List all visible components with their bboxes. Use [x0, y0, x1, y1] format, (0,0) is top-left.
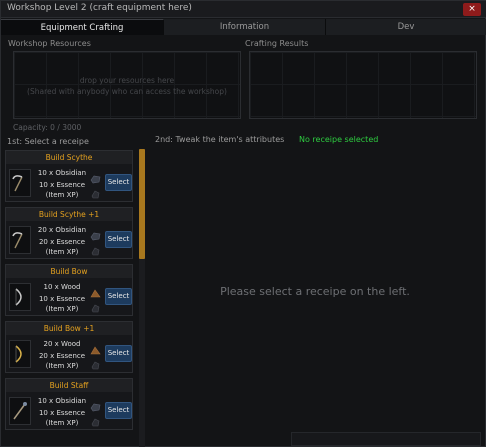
bow-icon [9, 283, 31, 311]
workshop-resources-heading: Workshop Resources [8, 39, 91, 48]
recipe-card: Build Scythe 10 x Obsidian 10 x Essence … [5, 150, 133, 202]
recipe-card: Build Staff 10 x Obsidian 10 x Essence (… [5, 378, 133, 430]
material-requirement: 10 x Wood [43, 283, 81, 291]
receipe-list-scrollbar[interactable] [139, 149, 145, 447]
select-receipe-label: 1st: Select a receipe [7, 137, 89, 146]
material-requirement: 10 x Obsidian [37, 397, 87, 405]
essence-icon [90, 241, 101, 256]
window-title: Workshop Level 2 (craft equipment here) [7, 3, 192, 13]
bottom-bar [291, 432, 481, 446]
crafting-results-grid[interactable] [249, 51, 477, 119]
tab-equipment-crafting[interactable]: Equipment Crafting [1, 19, 164, 35]
workshop-window: Workshop Level 2 (craft equipment here) … [0, 0, 486, 447]
select-button[interactable]: Select [105, 345, 132, 362]
item-xp-label: (Item XP) [45, 191, 79, 199]
material-requirement: 10 x Obsidian [37, 169, 87, 177]
select-button[interactable]: Select [105, 402, 132, 419]
essence-requirement: 20 x Essence [38, 352, 86, 360]
scroll-thumb[interactable] [139, 149, 145, 259]
drop-hint-line: drop your resources here [79, 76, 175, 85]
obsidian-icon [90, 226, 101, 241]
resources-drop-zone[interactable]: drop your resources here (Shared with an… [13, 51, 241, 119]
essence-requirement: 10 x Essence [38, 409, 86, 417]
essence-requirement: 20 x Essence [38, 238, 86, 246]
no-receipe-status: No receipe selected [299, 135, 379, 144]
obsidian-icon [90, 169, 101, 184]
recipe-title: Build Bow [6, 265, 132, 278]
item-xp-label: (Item XP) [45, 248, 79, 256]
tab-information[interactable]: Information [164, 19, 326, 35]
recipe-title: Build Scythe +1 [6, 208, 132, 221]
essence-icon [90, 298, 101, 313]
item-xp-label: (Item XP) [45, 305, 79, 313]
scythe-icon [9, 169, 31, 197]
essence-requirement: 10 x Essence [38, 181, 86, 189]
drop-hint-shared: (Shared with anybody who can access the … [27, 87, 227, 96]
essence-icon [90, 412, 101, 427]
close-button[interactable]: × [463, 3, 481, 16]
staff-icon [9, 397, 31, 425]
select-button[interactable]: Select [105, 288, 132, 305]
obsidian-icon [90, 397, 101, 412]
wood-icon [90, 340, 101, 355]
essence-requirement: 10 x Essence [38, 295, 86, 303]
bow-icon [9, 340, 31, 368]
capacity-text: Capacity: 0 / 3000 [13, 123, 82, 132]
essence-icon [90, 184, 101, 199]
tab-dev[interactable]: Dev [326, 19, 486, 35]
recipe-title: Build Staff [6, 379, 132, 392]
select-button[interactable]: Select [105, 174, 132, 191]
essence-icon [90, 355, 101, 370]
recipe-card: Build Scythe +1 20 x Obsidian 20 x Essen… [5, 207, 133, 259]
tweak-attributes-label: 2nd: Tweak the item's attributes [155, 135, 285, 144]
recipe-title: Build Scythe [6, 151, 132, 164]
recipe-card: Build Bow 10 x Wood 10 x Essence (Item X… [5, 264, 133, 316]
placeholder-message: Please select a receipe on the left. [220, 285, 410, 298]
material-requirement: 20 x Wood [43, 340, 81, 348]
crafting-results-heading: Crafting Results [245, 39, 309, 48]
item-xp-label: (Item XP) [45, 362, 79, 370]
wood-icon [90, 283, 101, 298]
recipe-card: Build Bow +1 20 x Wood 20 x Essence (Ite… [5, 321, 133, 373]
material-requirement: 20 x Obsidian [37, 226, 87, 234]
select-button[interactable]: Select [105, 231, 132, 248]
recipe-title: Build Bow +1 [6, 322, 132, 335]
receipe-list[interactable]: Build Scythe 10 x Obsidian 10 x Essence … [5, 149, 147, 447]
item-xp-label: (Item XP) [45, 419, 79, 427]
scythe-icon [9, 226, 31, 254]
tab-bar: Equipment Crafting Information Dev [1, 19, 486, 35]
title-bar[interactable]: Workshop Level 2 (craft equipment here) … [1, 1, 486, 18]
